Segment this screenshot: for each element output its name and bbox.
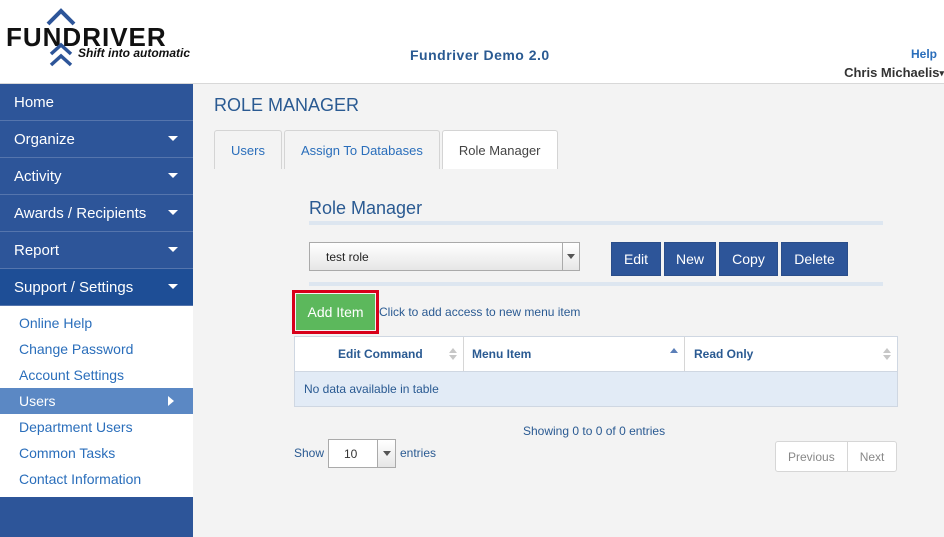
subnav-item-online-help[interactable]: Online Help bbox=[0, 310, 193, 336]
next-page-button[interactable]: Next bbox=[846, 442, 897, 471]
subnav-item-account-settings[interactable]: Account Settings bbox=[0, 362, 193, 388]
page-length-value: 10 bbox=[344, 446, 358, 461]
app-title: Fundriver Demo 2.0 bbox=[410, 47, 550, 63]
section-title: Role Manager bbox=[309, 198, 423, 218]
table-header: Edit Command Menu Item Read Only bbox=[295, 337, 897, 372]
caret-down-icon bbox=[168, 173, 178, 178]
table-empty-row: No data available in table bbox=[295, 372, 897, 406]
sidebar-submenu: Online Help Change Password Account Sett… bbox=[0, 306, 193, 497]
chevron-down-icon bbox=[377, 440, 395, 467]
column-header-label: Edit Command bbox=[338, 347, 423, 361]
sidebar-item-awards-recipients[interactable]: Awards / Recipients bbox=[0, 195, 193, 232]
role-select-value: test role bbox=[326, 249, 369, 264]
user-name: Chris Michaelis bbox=[844, 65, 940, 80]
tab-role-manager[interactable]: Role Manager bbox=[441, 130, 558, 169]
sidebar-item-label: Support / Settings bbox=[14, 278, 134, 296]
logo-double-chevron-icon bbox=[49, 42, 73, 67]
subnav-item-label: Users bbox=[19, 393, 56, 409]
sidebar-item-label: Report bbox=[14, 241, 60, 259]
menu-items-table: Edit Command Menu Item Read Only No data… bbox=[294, 336, 898, 407]
subnav-item-label: Department Users bbox=[19, 419, 133, 435]
subnav-item-users[interactable]: Users bbox=[0, 388, 193, 414]
tab-label: Role Manager bbox=[458, 142, 541, 158]
tab-label: Users bbox=[231, 142, 265, 158]
section-divider bbox=[309, 221, 883, 225]
page-length-select[interactable]: 10 bbox=[328, 439, 396, 468]
copy-button[interactable]: Copy bbox=[719, 242, 778, 276]
subnav-item-common-tasks[interactable]: Common Tasks bbox=[0, 440, 193, 466]
sidebar-item-label: Awards / Recipients bbox=[14, 204, 147, 222]
delete-button[interactable]: Delete bbox=[781, 242, 848, 276]
subnav-item-label: Change Password bbox=[19, 341, 134, 357]
sidebar-item-organize[interactable]: Organize bbox=[0, 121, 193, 158]
add-item-button[interactable]: Add Item bbox=[296, 294, 375, 330]
tab-bar: Users Assign To Databases Role Manager bbox=[214, 130, 560, 169]
role-select[interactable]: test role bbox=[309, 242, 580, 271]
section-divider bbox=[309, 282, 883, 286]
subnav-item-change-password[interactable]: Change Password bbox=[0, 336, 193, 362]
table-info: Showing 0 to 0 of 0 entries bbox=[523, 424, 666, 438]
sidebar-nav: Home Organize Activity Awards / Recipien… bbox=[0, 84, 193, 537]
chevron-down-icon bbox=[562, 243, 579, 270]
show-label: Show bbox=[294, 446, 325, 460]
subnav-item-label: Contact Information bbox=[19, 471, 142, 487]
previous-page-button[interactable]: Previous bbox=[776, 442, 847, 471]
user-menu[interactable]: Chris Michaelis▾ bbox=[844, 65, 944, 80]
caret-right-icon bbox=[168, 396, 174, 406]
pagination: Previous Next bbox=[775, 441, 898, 472]
user-menu-caret-icon: ▾ bbox=[939, 68, 944, 79]
top-header: FUNDRIVER Shift into automatic Fundriver… bbox=[0, 0, 944, 84]
tab-users[interactable]: Users bbox=[214, 130, 282, 169]
column-header-menu-item[interactable]: Menu Item bbox=[464, 337, 685, 371]
caret-down-icon bbox=[168, 284, 178, 289]
help-link[interactable]: Help bbox=[911, 47, 937, 61]
subnav-item-contact-information[interactable]: Contact Information bbox=[0, 466, 193, 492]
sidebar-item-label: Activity bbox=[14, 167, 62, 185]
entries-label: entries bbox=[400, 446, 437, 460]
column-header-label: Read Only bbox=[694, 347, 754, 361]
sort-ascending-icon bbox=[670, 348, 678, 355]
caret-down-icon bbox=[168, 210, 178, 215]
edit-button[interactable]: Edit bbox=[611, 242, 661, 276]
subnav-item-label: Common Tasks bbox=[19, 445, 116, 461]
logo-tagline: Shift into automatic bbox=[78, 46, 190, 60]
sidebar-item-home[interactable]: Home bbox=[0, 84, 193, 121]
sidebar-item-label: Home bbox=[14, 93, 55, 111]
sidebar-item-report[interactable]: Report bbox=[0, 232, 193, 269]
subnav-item-label: Account Settings bbox=[19, 367, 125, 383]
new-button[interactable]: New bbox=[664, 242, 716, 276]
caret-down-icon bbox=[168, 247, 178, 252]
caret-down-icon bbox=[168, 136, 178, 141]
sort-icon bbox=[449, 348, 457, 360]
sidebar-item-support-settings[interactable]: Support / Settings bbox=[0, 269, 193, 306]
column-header-label: Menu Item bbox=[472, 347, 532, 361]
tab-assign-to-databases[interactable]: Assign To Databases bbox=[283, 130, 440, 169]
add-item-help-text: Click to add access to new menu item bbox=[379, 305, 581, 319]
sidebar-item-label: Organize bbox=[14, 130, 75, 148]
subnav-item-department-users[interactable]: Department Users bbox=[0, 414, 193, 440]
sort-icon bbox=[883, 348, 891, 360]
column-header-read-only[interactable]: Read Only bbox=[685, 337, 897, 371]
tab-label: Assign To Databases bbox=[300, 142, 423, 158]
subnav-item-label: Online Help bbox=[19, 315, 93, 331]
column-header-edit-command[interactable]: Edit Command bbox=[295, 337, 464, 371]
page-title: ROLE MANAGER bbox=[214, 95, 360, 115]
sidebar-item-activity[interactable]: Activity bbox=[0, 158, 193, 195]
fundriver-logo[interactable]: FUNDRIVER Shift into automatic bbox=[6, 8, 206, 72]
